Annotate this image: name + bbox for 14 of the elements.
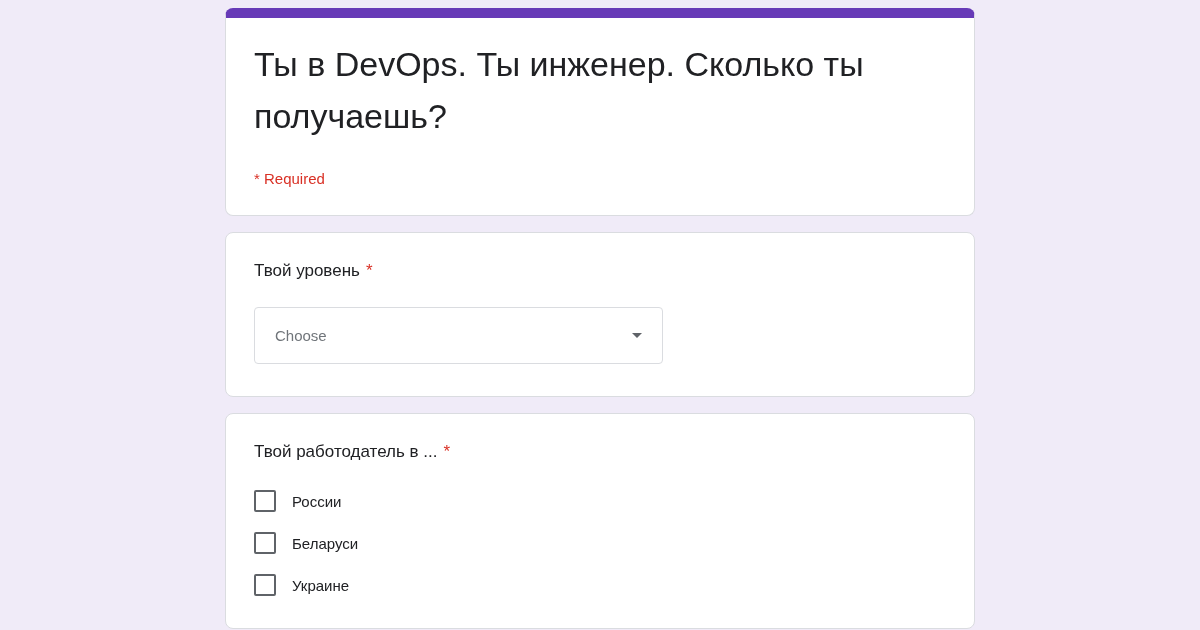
caret-icon — [632, 333, 642, 338]
checkbox[interactable] — [254, 574, 276, 596]
option-label: Беларуси — [292, 534, 359, 552]
question-label: Твой работодатель в ... — [254, 442, 438, 462]
option-label: Украине — [292, 576, 350, 594]
required-asterisk: * — [365, 261, 373, 281]
required-note: * Required — [254, 170, 326, 187]
dropdown[interactable]: Choose — [254, 307, 663, 364]
required-asterisk: * — [443, 442, 451, 462]
form-title: Ты в DevOps. Ты инженер. Сколько ты получаешь? — [254, 44, 865, 137]
checkbox[interactable] — [254, 490, 276, 512]
option-label: России — [292, 492, 342, 510]
checkbox[interactable] — [254, 532, 276, 554]
question-label: Твой уровень — [254, 261, 360, 281]
